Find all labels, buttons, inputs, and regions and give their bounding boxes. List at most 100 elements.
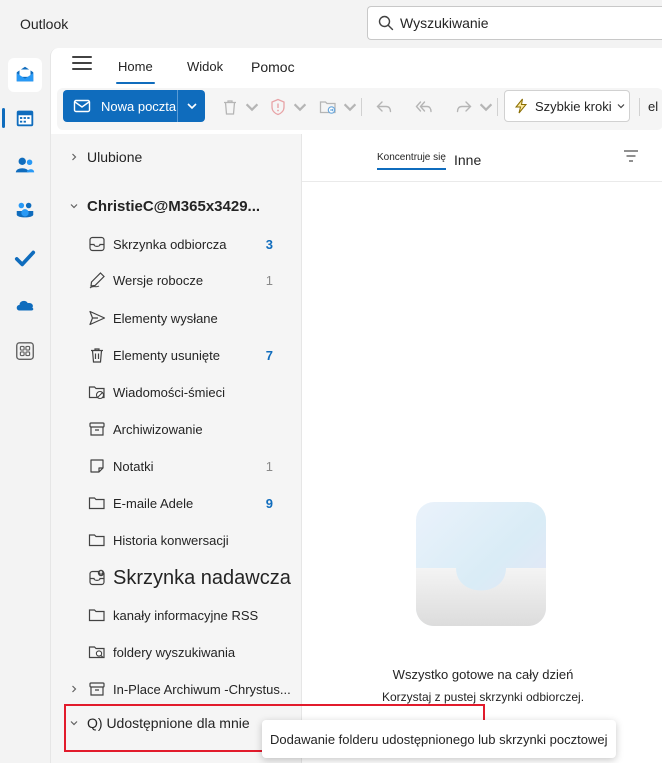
item-count: 1: [265, 272, 273, 288]
rail-mail[interactable]: [8, 58, 42, 92]
tab-help[interactable]: Pomoc: [251, 59, 295, 75]
reply-icon: [376, 101, 392, 113]
rail-people[interactable]: [8, 148, 42, 182]
active-app-indicator: [2, 108, 5, 128]
folder-item-conversation-history[interactable]: Historia konwersacji: [51, 523, 301, 557]
chevron-down-icon: [479, 103, 493, 112]
search-box[interactable]: [367, 6, 662, 40]
folder-label: Skrzynka odbiorcza: [113, 236, 227, 252]
folder-item-notes[interactable]: Notatki 1: [51, 449, 301, 483]
message-list-pane: Koncentruje się Inne Wszystko gotowe na …: [301, 134, 662, 763]
folder-label: E-maile Adele: [113, 495, 194, 511]
folder-label: kanały informacyjne RSS: [113, 607, 259, 623]
tab-view[interactable]: Widok: [187, 59, 223, 74]
chevron-down-icon: [343, 103, 357, 112]
folder-label: Elementy usunięte: [113, 347, 220, 363]
chevron-right-icon: [72, 153, 77, 161]
people-icon: [15, 157, 35, 173]
tab-focused[interactable]: Koncentruje się: [377, 152, 446, 170]
forward-icon: [456, 101, 472, 113]
folder-item-drafts[interactable]: Wersje robocze 1: [51, 263, 301, 297]
folder-icon: [88, 534, 105, 547]
new-mail-button[interactable]: Nowa poczta: [63, 90, 177, 122]
tooltip: Dodawanie folderu udostępnionego lub skr…: [262, 720, 616, 758]
empty-inbox-illustration: [416, 502, 546, 626]
filter-icon[interactable]: [623, 149, 639, 163]
tab-other[interactable]: Inne: [454, 152, 481, 168]
favorites-section[interactable]: Ulubione: [51, 140, 301, 174]
rail-calendar[interactable]: [8, 101, 42, 135]
rail-onedrive[interactable]: [8, 288, 42, 322]
search-input[interactable]: [400, 15, 640, 31]
hamburger-menu-icon[interactable]: [72, 56, 92, 74]
main-panel: Home Widok Pomoc Nowa poczta Szybkie kro…: [50, 48, 662, 763]
chevron-down-icon: [245, 103, 259, 112]
move-to-button[interactable]: [319, 96, 359, 118]
toolbar-divider: [639, 98, 640, 116]
new-mail-dropdown[interactable]: [177, 90, 205, 122]
reply-button[interactable]: [375, 96, 393, 118]
item-count: 1: [265, 458, 273, 474]
folder-label: Historia konwersacji: [113, 532, 229, 548]
rail-teams[interactable]: [8, 194, 42, 228]
folder-item-sent[interactable]: Elementy wysłane: [51, 301, 301, 335]
folder-label: Skrzynka nadawcza: [113, 566, 291, 589]
folder-item-archive[interactable]: Archiwizowanie: [51, 412, 301, 446]
chevron-down-icon: [293, 103, 307, 112]
envelope-icon: [73, 99, 91, 113]
rail-apps[interactable]: [8, 334, 42, 368]
toolbar-overflow-text[interactable]: el: [648, 99, 658, 114]
folder-label: Wiadomości-śmieci: [113, 384, 225, 400]
quick-steps-button[interactable]: Szybkie kroki: [504, 90, 630, 122]
outbox-icon: [89, 569, 105, 586]
checkmark-icon: [14, 250, 36, 267]
draft-icon: [89, 272, 105, 289]
folder-item-inbox[interactable]: Skrzynka odbiorcza 3: [51, 227, 301, 261]
empty-state-subtitle: Korzystaj z pustej skrzynki odbiorczej.: [381, 690, 585, 704]
toolbar-divider: [361, 98, 362, 116]
folder-label: foldery wyszukiwania: [113, 644, 236, 660]
shield-icon: [271, 98, 285, 116]
title-bar: Outlook: [0, 0, 662, 48]
folder-item-rss[interactable]: kanały informacyjne RSS: [51, 598, 301, 632]
forward-button[interactable]: [455, 96, 495, 118]
chevron-down-icon: [70, 204, 78, 209]
chevron-down-icon: [186, 103, 197, 110]
ribbon-toolbar: Nowa poczta Szybkie kroki el: [57, 88, 662, 130]
note-icon: [90, 459, 104, 473]
folder-item-adele[interactable]: E-maile Adele 9: [51, 486, 301, 520]
folder-item-search-folders[interactable]: foldery wyszukiwania: [51, 635, 301, 669]
app-title: Outlook: [20, 16, 69, 32]
new-mail-split-button: Nowa poczta: [63, 90, 205, 122]
teams-icon: [16, 202, 34, 218]
folder-label: Archiwizowanie: [113, 421, 203, 437]
tab-home[interactable]: Home: [116, 59, 155, 84]
report-button[interactable]: [269, 96, 309, 118]
folder-label: Wersje robocze: [113, 272, 204, 288]
favorites-label: Ulubione: [87, 149, 143, 165]
folder-item-junk[interactable]: Wiadomości-śmieci: [51, 375, 301, 409]
reply-all-button[interactable]: [415, 96, 433, 118]
folder-item-in-place-archive[interactable]: In-Place Archiwum -Chrystus...: [51, 672, 301, 706]
account-label: ChristieC@M365x3429...: [87, 197, 261, 215]
account-section[interactable]: ChristieC@M365x3429...: [51, 189, 301, 223]
junk-icon: [88, 386, 105, 400]
chevron-right-icon: [72, 685, 77, 693]
archive-icon: [89, 682, 105, 696]
folder-icon: [88, 497, 105, 510]
send-icon: [89, 310, 106, 326]
new-mail-label: Nowa poczta: [101, 98, 177, 114]
cloud-icon: [16, 300, 34, 311]
delete-button[interactable]: [221, 96, 261, 118]
folder-icon: [88, 609, 105, 622]
quick-steps-label: Szybkie kroki: [535, 98, 612, 114]
inbox-icon: [89, 236, 105, 252]
apps-icon: [16, 342, 34, 360]
folder-label: Elementy wysłane: [113, 310, 218, 326]
folder-item-deleted[interactable]: Elementy usunięte 7: [51, 338, 301, 372]
rail-todo[interactable]: [8, 241, 42, 275]
calendar-icon: [16, 110, 34, 127]
folder-item-outbox[interactable]: Skrzynka nadawcza: [51, 561, 301, 595]
folder-pane: Ulubione ChristieC@M365x3429... Skrzynka…: [51, 134, 301, 763]
app-rail: [0, 48, 50, 763]
